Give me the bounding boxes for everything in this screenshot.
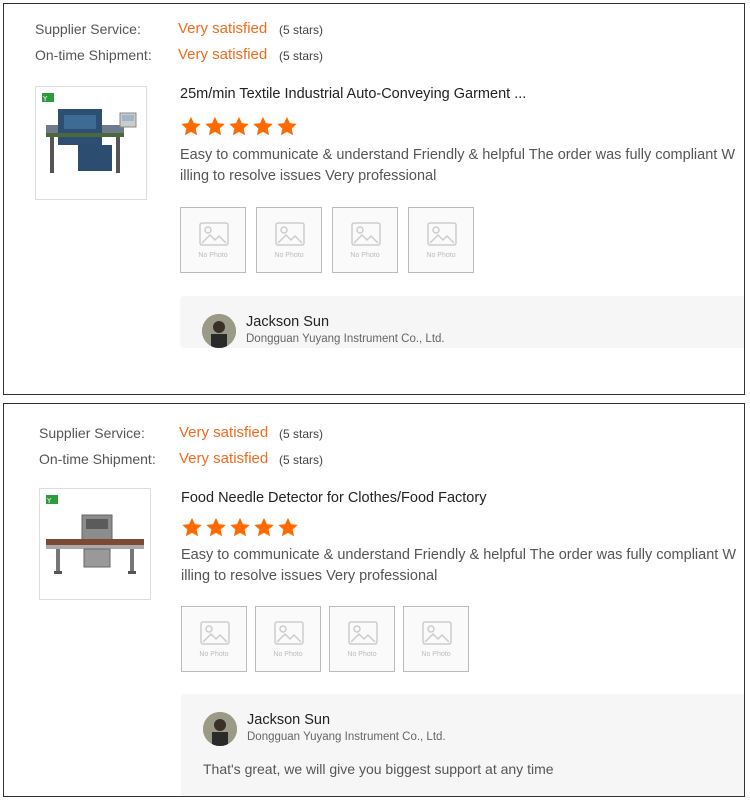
no-photo-label: No Photo [199,651,229,658]
avatar [203,712,237,746]
no-photo-label: No Photo [347,651,377,658]
brand-logo-icon: Y [46,495,58,505]
shipment-label: On-time Shipment: [39,451,156,467]
supplier-service-value: Very satisfied [178,20,268,37]
supplier-service-label: Supplier Service: [35,21,141,37]
brand-logo-icon: Y [42,93,54,103]
no-photo-label: No Photo [273,651,303,658]
supplier-reply: Jackson Sun Dongguan Yuyang Instrument C… [181,694,744,796]
product-image: Y [42,93,137,173]
shipment-value: Very satisfied [179,450,269,467]
photo-placeholder[interactable]: No Photo [408,207,474,273]
star-icon [205,517,227,537]
star-icon [181,517,203,537]
no-photo-label: No Photo [350,252,380,259]
supplier-service-stars: (5 stars) [279,23,324,37]
star-icon [228,116,250,136]
product-thumbnail[interactable]: Y [39,488,151,600]
svg-text:Y: Y [46,497,52,505]
avatar [202,314,236,348]
supplier-reply: Jackson Sun Dongguan Yuyang Instrument C… [180,296,744,348]
reply-company-name: Dongguan Yuyang Instrument Co., Ltd. [247,731,446,743]
photo-placeholder[interactable]: No Photo [329,606,395,672]
photo-placeholder[interactable]: No Photo [256,207,322,273]
star-icon [229,517,251,537]
photo-placeholder[interactable]: No Photo [181,606,247,672]
no-photo-label: No Photo [274,252,304,259]
supplier-service-label: Supplier Service: [39,425,145,441]
product-image: Y [46,495,144,574]
reply-author-name: Jackson Sun [246,314,330,330]
image-placeholder-icon [351,222,381,246]
review-text: Easy to communicate & understand Friendl… [180,147,736,184]
reply-author-name: Jackson Sun [247,712,331,728]
star-icon [252,116,274,136]
image-placeholder-icon [275,222,305,246]
svg-text:Y: Y [42,95,48,103]
rating-stars [181,517,301,537]
review-text: Easy to communicate & understand Friendl… [181,547,737,584]
photo-placeholder[interactable]: No Photo [332,207,398,273]
star-icon [276,116,298,136]
product-title-link[interactable]: 25m/min Textile Industrial Auto-Conveyin… [180,86,526,102]
photo-placeholder[interactable]: No Photo [180,207,246,273]
review-card: Supplier Service: Very satisfied (5 star… [3,403,745,797]
image-placeholder-icon [348,621,378,645]
review-card: Supplier Service: Very satisfied (5 star… [3,3,745,395]
supplier-service-stars: (5 stars) [279,427,324,441]
rating-stars [180,116,300,136]
no-photo-label: No Photo [421,651,451,658]
shipment-label: On-time Shipment: [35,47,152,63]
star-icon [277,517,299,537]
product-title-link[interactable]: Food Needle Detector for Clothes/Food Fa… [181,490,486,506]
product-thumbnail[interactable]: Y [35,86,147,200]
star-icon [180,116,202,136]
reply-message: That's great, we will give you biggest s… [203,761,554,777]
image-placeholder-icon [274,621,304,645]
photo-placeholder[interactable]: No Photo [255,606,321,672]
star-icon [253,517,275,537]
no-photo-label: No Photo [198,252,228,259]
supplier-service-value: Very satisfied [179,424,269,441]
image-placeholder-icon [422,621,452,645]
reply-company-name: Dongguan Yuyang Instrument Co., Ltd. [246,333,445,345]
star-icon [204,116,226,136]
photo-placeholder[interactable]: No Photo [403,606,469,672]
image-placeholder-icon [427,222,457,246]
shipment-stars: (5 stars) [279,453,324,467]
image-placeholder-icon [200,621,230,645]
shipment-value: Very satisfied [178,46,268,63]
image-placeholder-icon [199,222,229,246]
no-photo-label: No Photo [426,252,456,259]
shipment-stars: (5 stars) [279,49,324,63]
